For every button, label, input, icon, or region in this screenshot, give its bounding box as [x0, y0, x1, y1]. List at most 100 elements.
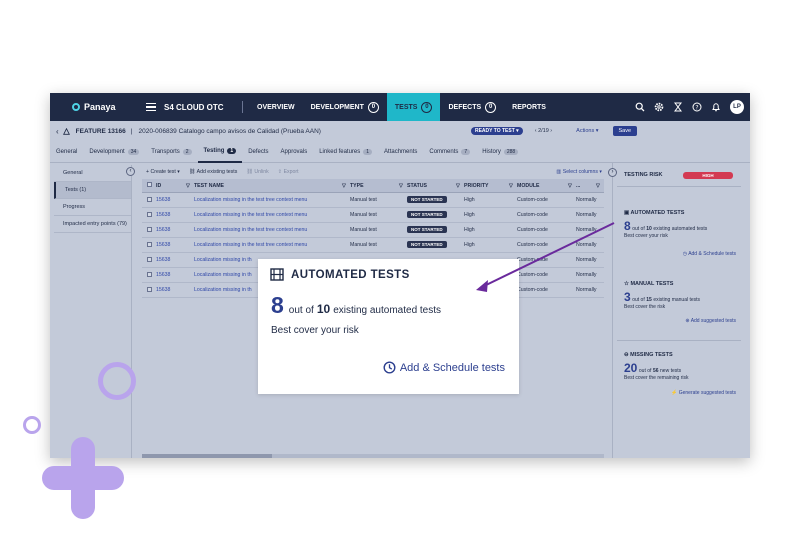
cell-test-name[interactable]: Localization missing in the test tree co…: [194, 227, 350, 233]
nav-development[interactable]: DEVELOPMENT 0: [303, 93, 387, 121]
actions-menu[interactable]: Actions ▾: [576, 128, 598, 134]
table-row[interactable]: 15638 Localization missing in the test tr…: [142, 193, 604, 208]
add-suggested-tests-link[interactable]: ⊕ Add suggested tests: [624, 318, 736, 324]
cell-id[interactable]: 15638: [156, 227, 194, 233]
tab-testing[interactable]: Testing 1: [197, 141, 243, 163]
col-more[interactable]: ... ▽: [576, 183, 604, 189]
pager[interactable]: ‹ 2/19 ›: [535, 128, 552, 134]
select-all-checkbox[interactable]: [147, 182, 152, 187]
row-checkbox[interactable]: [147, 256, 152, 262]
row-checkbox[interactable]: [147, 286, 152, 292]
cell-priority: High: [464, 212, 475, 218]
panaya-logo[interactable]: Panaya: [72, 102, 132, 112]
row-checkbox[interactable]: [147, 271, 152, 277]
project-name[interactable]: S4 CLOUD OTC: [164, 103, 236, 112]
nav-count-badge: 0: [485, 101, 497, 113]
feature-id: FEATURE 13166: [75, 127, 126, 135]
cell-module: Custom-code: [517, 287, 548, 293]
row-checkbox[interactable]: [147, 196, 152, 202]
cell-id[interactable]: 15638: [156, 287, 194, 293]
row-checkbox[interactable]: [147, 241, 152, 247]
cell-module: Custom-code: [517, 272, 548, 278]
status-badge[interactable]: READY TO TEST ▾: [470, 127, 523, 135]
side-item-progress[interactable]: Progress: [54, 199, 131, 216]
tab-development[interactable]: Development 34: [83, 141, 145, 163]
nav-divider: [242, 101, 243, 113]
cell-test-name[interactable]: Localization missing in the test tree co…: [194, 242, 350, 248]
hourglass-icon[interactable]: [673, 102, 683, 112]
cell-type: Manual test: [350, 212, 377, 218]
cell-id[interactable]: 15638: [156, 197, 194, 203]
col-id[interactable]: ID ▽: [156, 183, 194, 189]
table-row[interactable]: 15638 Localization missing in the test tr…: [142, 238, 604, 253]
status-badge: NOT STARTED: [407, 211, 447, 218]
bell-icon[interactable]: [711, 102, 721, 112]
cell-extra: Normally: [576, 272, 597, 278]
col-module[interactable]: MODULE ▽: [517, 183, 576, 189]
tab-badge: 1: [363, 148, 373, 155]
select-columns-button[interactable]: ▥ Select columns ▾: [556, 169, 602, 175]
search-icon[interactable]: [635, 102, 645, 112]
col-type[interactable]: TYPE ▽: [350, 183, 407, 189]
tab-badge: 34: [127, 148, 140, 155]
gear-icon[interactable]: [654, 102, 664, 112]
avatar[interactable]: LP: [730, 100, 744, 114]
collapse-right-icon[interactable]: ›: [608, 168, 617, 177]
filter-icon[interactable]: ▽: [596, 183, 600, 189]
col-status[interactable]: STATUS ▽: [407, 183, 464, 189]
hamburger-icon[interactable]: [146, 101, 156, 114]
svg-text:?: ?: [695, 104, 698, 111]
tab-defects[interactable]: Defects: [242, 141, 274, 163]
add-existing-tests-button[interactable]: ⛓ Add existing tests: [189, 169, 237, 175]
cell-id[interactable]: 15638: [156, 242, 194, 248]
tab-badge: 2: [182, 148, 192, 155]
cell-test-name[interactable]: Localization missing in the test tree co…: [194, 212, 350, 218]
nav-defects[interactable]: DEFECTS 0: [440, 93, 504, 121]
row-checkbox[interactable]: [147, 211, 152, 217]
create-test-button[interactable]: + Create test ▾: [146, 169, 180, 175]
add-schedule-tests-link[interactable]: ◷ Add & Schedule tests: [624, 251, 736, 257]
horizontal-scrollbar[interactable]: [142, 454, 604, 458]
filter-icon[interactable]: ▽: [399, 183, 403, 189]
cell-id[interactable]: 15638: [156, 257, 194, 263]
nav-overview[interactable]: OVERVIEW: [249, 93, 303, 121]
export-button[interactable]: ⇪ Export: [278, 169, 299, 175]
cell-priority: High: [464, 227, 475, 233]
side-item-impacted-entry-points[interactable]: Impacted entry points (79): [54, 216, 131, 233]
tab-comments[interactable]: Comments 7: [423, 141, 476, 163]
filter-icon[interactable]: ▽: [186, 183, 190, 189]
cell-priority: High: [464, 242, 475, 248]
filter-icon[interactable]: ▽: [509, 183, 513, 189]
row-checkbox[interactable]: [147, 226, 152, 232]
side-item-general[interactable]: General: [54, 165, 131, 182]
side-item-tests[interactable]: Tests (1): [54, 182, 131, 199]
collapse-left-icon[interactable]: ‹: [126, 167, 135, 176]
back-chevron-icon[interactable]: ‹: [56, 127, 59, 136]
save-button[interactable]: Save: [612, 126, 638, 136]
filter-icon[interactable]: ▽: [568, 183, 572, 189]
tab-approvals[interactable]: Approvals: [275, 141, 314, 163]
tab-attachments[interactable]: Attachments: [378, 141, 423, 163]
table-row[interactable]: 15638 Localization missing in the test tr…: [142, 208, 604, 223]
cell-id[interactable]: 15638: [156, 272, 194, 278]
add-schedule-tests-button[interactable]: Add & Schedule tests: [383, 361, 505, 374]
col-test-name[interactable]: TEST NAME ▽: [194, 183, 350, 189]
unlink-button[interactable]: ⛓ Unlink: [246, 169, 268, 175]
nav-reports[interactable]: REPORTS: [504, 93, 554, 121]
cell-id[interactable]: 15638: [156, 212, 194, 218]
tab-general[interactable]: General: [50, 141, 83, 163]
filter-icon[interactable]: ▽: [456, 183, 460, 189]
filter-icon[interactable]: ▽: [342, 183, 346, 189]
cell-priority: High: [464, 197, 475, 203]
automated-count: 8: [624, 219, 631, 233]
tab-history[interactable]: History 288: [476, 141, 524, 163]
clock-icon: [383, 361, 396, 374]
tab-transports[interactable]: Transports 2: [145, 141, 197, 163]
tab-linked-features[interactable]: Linked features 1: [313, 141, 378, 163]
generate-suggested-tests-link[interactable]: ⚡ Generate suggested tests: [624, 390, 736, 396]
table-row[interactable]: 15638 Localization missing in the test tr…: [142, 223, 604, 238]
nav-tests[interactable]: TESTS 0: [386, 93, 441, 121]
cell-test-name[interactable]: Localization missing in the test tree co…: [194, 197, 350, 203]
col-priority[interactable]: PRIORITY ▽: [464, 183, 517, 189]
help-icon[interactable]: ?: [692, 102, 702, 112]
